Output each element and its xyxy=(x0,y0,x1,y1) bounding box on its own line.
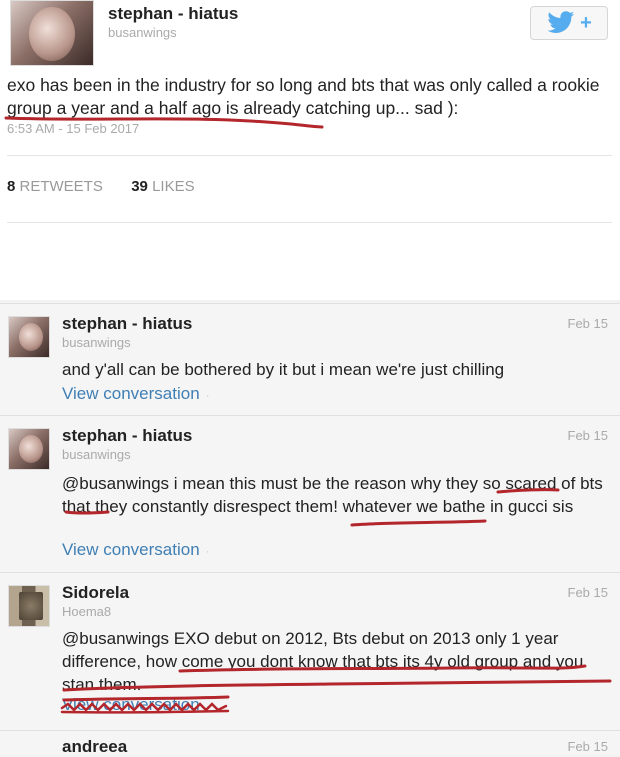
retweets-count: 8 xyxy=(7,178,16,195)
avatar[interactable] xyxy=(10,0,94,66)
divider xyxy=(7,155,612,156)
reply-date[interactable]: Feb 15 xyxy=(568,316,608,331)
reply-author-handle[interactable]: busanwings xyxy=(62,335,131,350)
reply-tweet[interactable]: stephan - hiatus busanwings Feb 15 and y… xyxy=(0,303,620,415)
reply-author-handle[interactable]: busanwings xyxy=(62,447,131,462)
divider xyxy=(7,222,612,223)
reply-author-name[interactable]: stephan - hiatus xyxy=(62,314,192,334)
avatar[interactable] xyxy=(8,585,50,627)
likes-stat[interactable]: 39 LIKES xyxy=(131,178,194,195)
retweets-stat[interactable]: 8 RETWEETS xyxy=(7,178,103,195)
tweet-stats: 8 RETWEETS 39 LIKES xyxy=(7,178,195,195)
reply-date[interactable]: Feb 15 xyxy=(568,739,608,754)
retweets-label: RETWEETS xyxy=(19,178,103,195)
avatar[interactable] xyxy=(8,316,50,358)
view-conversation-label: View conversation xyxy=(62,384,200,403)
view-conversation-label: View conversation xyxy=(62,540,200,559)
reply-text: @busanwings EXO debut on 2012, Bts debut… xyxy=(62,629,584,694)
reply-date[interactable]: Feb 15 xyxy=(568,585,608,600)
reply-author-name[interactable]: Sidorela xyxy=(62,583,129,603)
scribble-over-link xyxy=(60,700,232,716)
author-name[interactable]: stephan - hiatus xyxy=(108,4,238,24)
reply-text: and y'all can be bothered by it but i me… xyxy=(62,360,505,379)
view-conversation-link[interactable]: View conversation · xyxy=(62,540,210,560)
avatar[interactable] xyxy=(8,428,50,470)
tweet-text: exo has been in the industry for so long… xyxy=(7,75,600,118)
plus-icon: + xyxy=(580,11,592,34)
likes-count: 39 xyxy=(131,178,148,195)
twitter-bird-icon xyxy=(547,11,575,33)
likes-label: LIKES xyxy=(152,178,195,195)
reply-text: @busanwings i mean this must be the reas… xyxy=(62,474,603,516)
follow-button[interactable]: + xyxy=(530,6,608,40)
main-tweet: stephan - hiatus busanwings + exo has be… xyxy=(0,0,620,300)
reply-tweet[interactable]: stephan - hiatus busanwings Feb 15 @busa… xyxy=(0,415,620,572)
reply-author-handle[interactable]: Hoema8 xyxy=(62,604,111,619)
reply-author-name[interactable]: andreea xyxy=(62,737,127,757)
tweet-timestamp[interactable]: 6:53 AM - 15 Feb 2017 xyxy=(7,121,139,136)
reply-tweet[interactable]: andreea Feb 15 xyxy=(0,730,620,757)
view-conversation-link[interactable]: View conversation · xyxy=(62,384,210,404)
reply-author-name[interactable]: stephan - hiatus xyxy=(62,426,192,446)
reply-date[interactable]: Feb 15 xyxy=(568,428,608,443)
author-handle[interactable]: busanwings xyxy=(108,25,177,40)
